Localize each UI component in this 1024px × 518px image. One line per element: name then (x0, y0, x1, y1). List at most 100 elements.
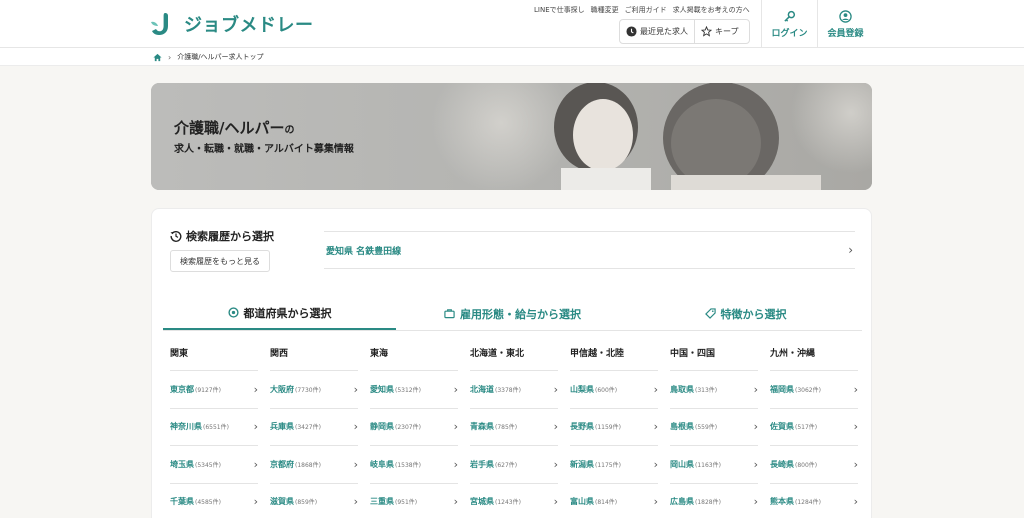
region-name: 九州・沖縄 (770, 347, 858, 371)
chevron-right-icon: › (653, 382, 658, 396)
prefecture-link[interactable]: 千葉県(4585件) › (170, 484, 258, 518)
clock-icon (626, 26, 637, 37)
job-count: (517件) (795, 424, 818, 432)
chevron-right-icon: › (848, 243, 853, 257)
chevron-right-icon: › (353, 495, 358, 509)
job-count: (1175件) (595, 461, 621, 469)
prefecture-link[interactable]: 長崎県(800件) › (770, 446, 858, 484)
prefecture-link[interactable]: 岡山県(1163件) › (670, 446, 758, 484)
chevron-right-icon: › (753, 382, 758, 396)
register-button[interactable]: 会員登録 (817, 0, 873, 48)
region-column: 関西 大阪府(7730件) › 兵庫県(3427件) › 京都府(1868件) › 滋賀県(8… (270, 347, 358, 518)
prefecture-link[interactable]: 新潟県(1175件) › (570, 446, 658, 484)
chevron-right-icon: › (353, 457, 358, 471)
prefecture-link[interactable]: 岐阜県(1538件) › (370, 446, 458, 484)
prefecture-name: 岡山県(1163件) (670, 459, 721, 469)
prefecture-name: 佐賀県(517件) (770, 422, 818, 432)
breadcrumb-current: 介護職/ヘルパー求人トップ (177, 53, 264, 61)
history-more-button[interactable]: 検索履歴をもっと見る (170, 250, 270, 272)
job-count: (1284件) (795, 499, 821, 507)
recent-jobs-button[interactable]: 最近見た求人 (620, 20, 694, 43)
prefecture-link[interactable]: 愛知県(5312件) › (370, 371, 458, 409)
prefecture-name: 東京都(9127件) (170, 384, 221, 394)
chevron-right-icon: › (853, 457, 858, 471)
job-count: (785件) (495, 424, 518, 432)
prefecture-name: 青森県(785件) (470, 422, 518, 432)
job-count: (9127件) (195, 386, 221, 394)
user-circle-icon (839, 9, 852, 23)
prefecture-link[interactable]: 青森県(785件) › (470, 409, 558, 446)
tab-prefecture[interactable]: 都道府県から選択 (163, 297, 396, 330)
prefecture-name: 愛知県(5312件) (370, 384, 421, 394)
login-button[interactable]: ログイン (761, 0, 817, 48)
prefecture-link[interactable]: 神奈川県(6551件) › (170, 409, 258, 446)
top-link-employer[interactable]: 求人掲載をお考えの方へ (673, 5, 750, 15)
hero-subtitle: 求人・転職・就職・アルバイト募集情報 (174, 144, 354, 155)
prefecture-link[interactable]: 埼玉県(5345件) › (170, 446, 258, 484)
site-logo[interactable]: ジョブメドレー (150, 10, 314, 38)
header-top-links: LINEで仕事探し 職種変更 ご利用ガイド 求人掲載をお考えの方へ (534, 5, 750, 15)
home-icon[interactable] (153, 53, 162, 62)
chevron-right-icon: › (753, 457, 758, 471)
chevron-right-icon: › (753, 420, 758, 434)
prefecture-name: 長野県(1159件) (570, 422, 621, 432)
prefecture-link[interactable]: 静岡県(2307件) › (370, 409, 458, 446)
job-count: (7730件) (295, 386, 321, 394)
prefecture-link[interactable]: 島根県(559件) › (670, 409, 758, 446)
prefecture-link[interactable]: 佐賀県(517件) › (770, 409, 858, 446)
prefecture-name: 鳥取県(313件) (670, 384, 718, 394)
prefecture-link[interactable]: 広島県(1828件) › (670, 484, 758, 518)
job-count: (814件) (595, 499, 618, 507)
chevron-right-icon: › (453, 495, 458, 509)
prefecture-link[interactable]: 東京都(9127件) › (170, 371, 258, 409)
top-link-line[interactable]: LINEで仕事探し (534, 5, 585, 15)
prefecture-link[interactable]: 岩手県(627件) › (470, 446, 558, 484)
chevron-right-icon: › (453, 382, 458, 396)
prefecture-link[interactable]: 長野県(1159件) › (570, 409, 658, 446)
history-title: 検索履歴から選択 (170, 228, 274, 244)
prefecture-link[interactable]: 富山県(814件) › (570, 484, 658, 518)
search-tabs: 都道府県から選択 雇用形態・給与から選択 特徴から選択 (163, 297, 862, 331)
prefecture-link[interactable]: 福岡県(3062件) › (770, 371, 858, 409)
prefecture-link[interactable]: 兵庫県(3427件) › (270, 409, 358, 446)
keep-label: キープ (715, 27, 739, 36)
chevron-right-icon: › (853, 382, 858, 396)
history-item[interactable]: 愛知県 名鉄豊田線 › (324, 231, 855, 269)
job-count: (3378件) (495, 386, 521, 394)
chevron-right-icon: › (753, 495, 758, 509)
job-count: (800件) (795, 461, 818, 469)
tab-employment-salary[interactable]: 雇用形態・給与から選択 (396, 297, 629, 330)
prefecture-name: 福岡県(3062件) (770, 384, 821, 394)
prefecture-link[interactable]: 鳥取県(313件) › (670, 371, 758, 409)
job-count: (1243件) (495, 499, 521, 507)
job-count: (1538件) (395, 461, 421, 469)
tab-features[interactable]: 特徴から選択 (629, 297, 862, 330)
prefecture-link[interactable]: 三重県(951件) › (370, 484, 458, 518)
prefecture-link[interactable]: 北海道(3378件) › (470, 371, 558, 409)
top-link-guide[interactable]: ご利用ガイド (625, 5, 667, 15)
prefecture-link[interactable]: 京都府(1868件) › (270, 446, 358, 484)
key-icon (784, 10, 796, 22)
prefecture-name: 千葉県(4585件) (170, 497, 221, 507)
logo-mark-icon (151, 13, 168, 35)
top-link-change-job[interactable]: 職種変更 (591, 5, 619, 15)
chevron-right-icon: › (453, 420, 458, 434)
job-count: (313件) (695, 386, 718, 394)
job-count: (6551件) (203, 424, 229, 432)
region-name: 甲信越・北陸 (570, 347, 658, 371)
region-column: 甲信越・北陸 山梨県(600件) › 長野県(1159件) › 新潟県(1175件) › 富山… (570, 347, 658, 518)
region-name: 関東 (170, 347, 258, 371)
job-count: (951件) (395, 499, 418, 507)
region-column: 北海道・東北 北海道(3378件) › 青森県(785件) › 岩手県(627件) › 宮城県… (470, 347, 558, 518)
region-column: 東海 愛知県(5312件) › 静岡県(2307件) › 岐阜県(1538件) › 三重県(9… (370, 347, 458, 518)
prefecture-link[interactable]: 宮城県(1243件) › (470, 484, 558, 518)
keep-button[interactable]: キープ (694, 20, 745, 43)
hero-banner: 介護職/ヘルパーの 求人・転職・就職・アルバイト募集情報 (151, 83, 872, 190)
prefecture-name: 神奈川県(6551件) (170, 422, 229, 432)
prefecture-link[interactable]: 熊本県(1284件) › (770, 484, 858, 518)
chevron-right-icon: › (553, 457, 558, 471)
prefecture-link[interactable]: 大阪府(7730件) › (270, 371, 358, 409)
prefecture-name: 島根県(559件) (670, 422, 718, 432)
prefecture-link[interactable]: 山梨県(600件) › (570, 371, 658, 409)
prefecture-link[interactable]: 滋賀県(859件) › (270, 484, 358, 518)
